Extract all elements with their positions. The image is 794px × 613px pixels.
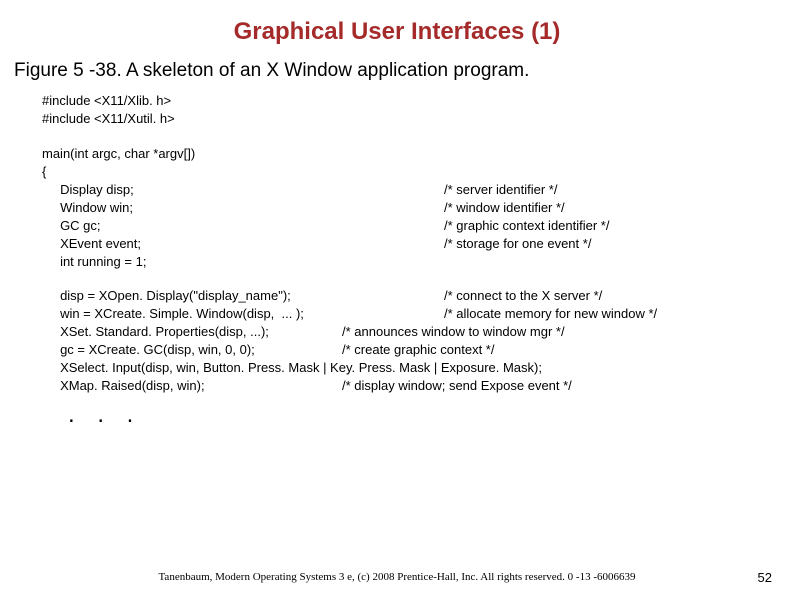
code-decl: GC gc; — [42, 217, 444, 235]
code-decl: int running = 1; — [42, 253, 444, 271]
code-call: XMap. Raised(disp, win); — [42, 377, 342, 395]
code-decl: Window win; — [42, 199, 444, 217]
code-comment: /* display window; send Expose event */ — [342, 377, 572, 395]
code-comment: /* create graphic context */ — [342, 341, 494, 359]
code-decl: XEvent event; — [42, 235, 444, 253]
footer-citation: Tanenbaum, Modern Operating Systems 3 e,… — [0, 571, 794, 583]
code-comment: /* connect to the X server */ — [444, 287, 602, 305]
code-decl: Display disp; — [42, 181, 444, 199]
code-comment: /* window identifier */ — [444, 199, 565, 217]
slide-title: Graphical User Interfaces (1) — [0, 18, 794, 46]
code-line: { — [42, 163, 46, 181]
code-call: XSelect. Input(disp, win, Button. Press.… — [42, 359, 542, 377]
code-call: XSet. Standard. Properties(disp, ...); — [42, 323, 342, 341]
code-comment: /* storage for one event */ — [444, 235, 591, 253]
ellipsis: . . . — [68, 401, 794, 429]
code-comment: /* server identifier */ — [444, 181, 557, 199]
code-line: #include <X11/Xlib. h> — [42, 92, 171, 110]
code-block: #include <X11/Xlib. h> #include <X11/Xut… — [42, 92, 774, 395]
code-call: gc = XCreate. GC(disp, win, 0, 0); — [42, 341, 342, 359]
code-comment: /* allocate memory for new window */ — [444, 305, 657, 323]
code-comment: /* announces window to window mgr */ — [342, 323, 565, 341]
code-line: main(int argc, char *argv[]) — [42, 145, 195, 163]
code-line: #include <X11/Xutil. h> — [42, 110, 175, 128]
code-call: disp = XOpen. Display("display_name"); — [42, 287, 444, 305]
code-comment: /* graphic context identifier */ — [444, 217, 609, 235]
figure-caption: Figure 5 -38. A skeleton of an X Window … — [14, 60, 794, 82]
code-call: win = XCreate. Simple. Window(disp, ... … — [42, 305, 444, 323]
page-number: 52 — [758, 570, 772, 585]
